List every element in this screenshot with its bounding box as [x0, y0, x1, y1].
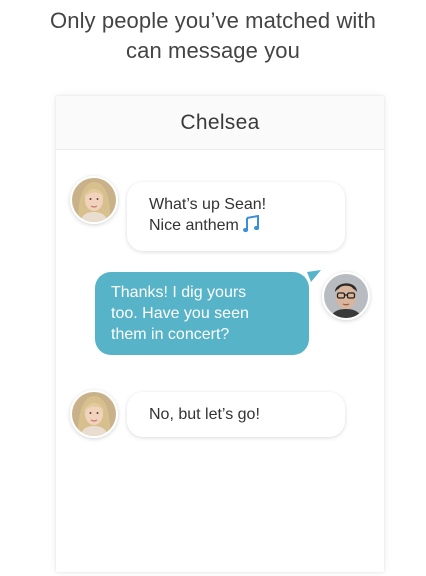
message-bubble-outgoing-1[interactable]: Thanks! I dig yours too. Have you seen t…: [95, 272, 309, 355]
chat-screen: Chelsea What’s up Sean! Nice anthem Than…: [56, 96, 384, 572]
message-2-line-3: them in concert?: [111, 326, 230, 343]
sean-photo-icon: [324, 274, 368, 318]
chelsea-avatar-2[interactable]: [70, 390, 118, 438]
chelsea-photo-icon: [72, 392, 116, 436]
outgoing-bubble-tail: [307, 270, 321, 282]
headline-line-2: can message you: [126, 38, 300, 63]
music-note-icon: [242, 214, 260, 239]
message-2-line-2: too. Have you seen: [111, 305, 249, 322]
sean-avatar[interactable]: [322, 272, 370, 320]
message-1-line-1: What’s up Sean!: [149, 196, 267, 213]
message-1-line-2: Nice anthem: [149, 217, 239, 234]
message-2-line-1: Thanks! I dig yours: [111, 284, 247, 301]
message-bubble-incoming-1[interactable]: What’s up Sean! Nice anthem: [127, 182, 345, 251]
chelsea-photo-icon: [72, 178, 116, 222]
message-3-line-1: No, but let’s go!: [149, 406, 260, 423]
chelsea-avatar[interactable]: [70, 176, 118, 224]
headline-line-1: Only people you’ve matched with: [50, 8, 376, 33]
chat-header: Chelsea: [56, 96, 384, 150]
headline: Only people you’ve matched with can mess…: [0, 6, 426, 66]
chat-title[interactable]: Chelsea: [180, 111, 259, 135]
message-bubble-incoming-2[interactable]: No, but let’s go!: [127, 392, 345, 437]
